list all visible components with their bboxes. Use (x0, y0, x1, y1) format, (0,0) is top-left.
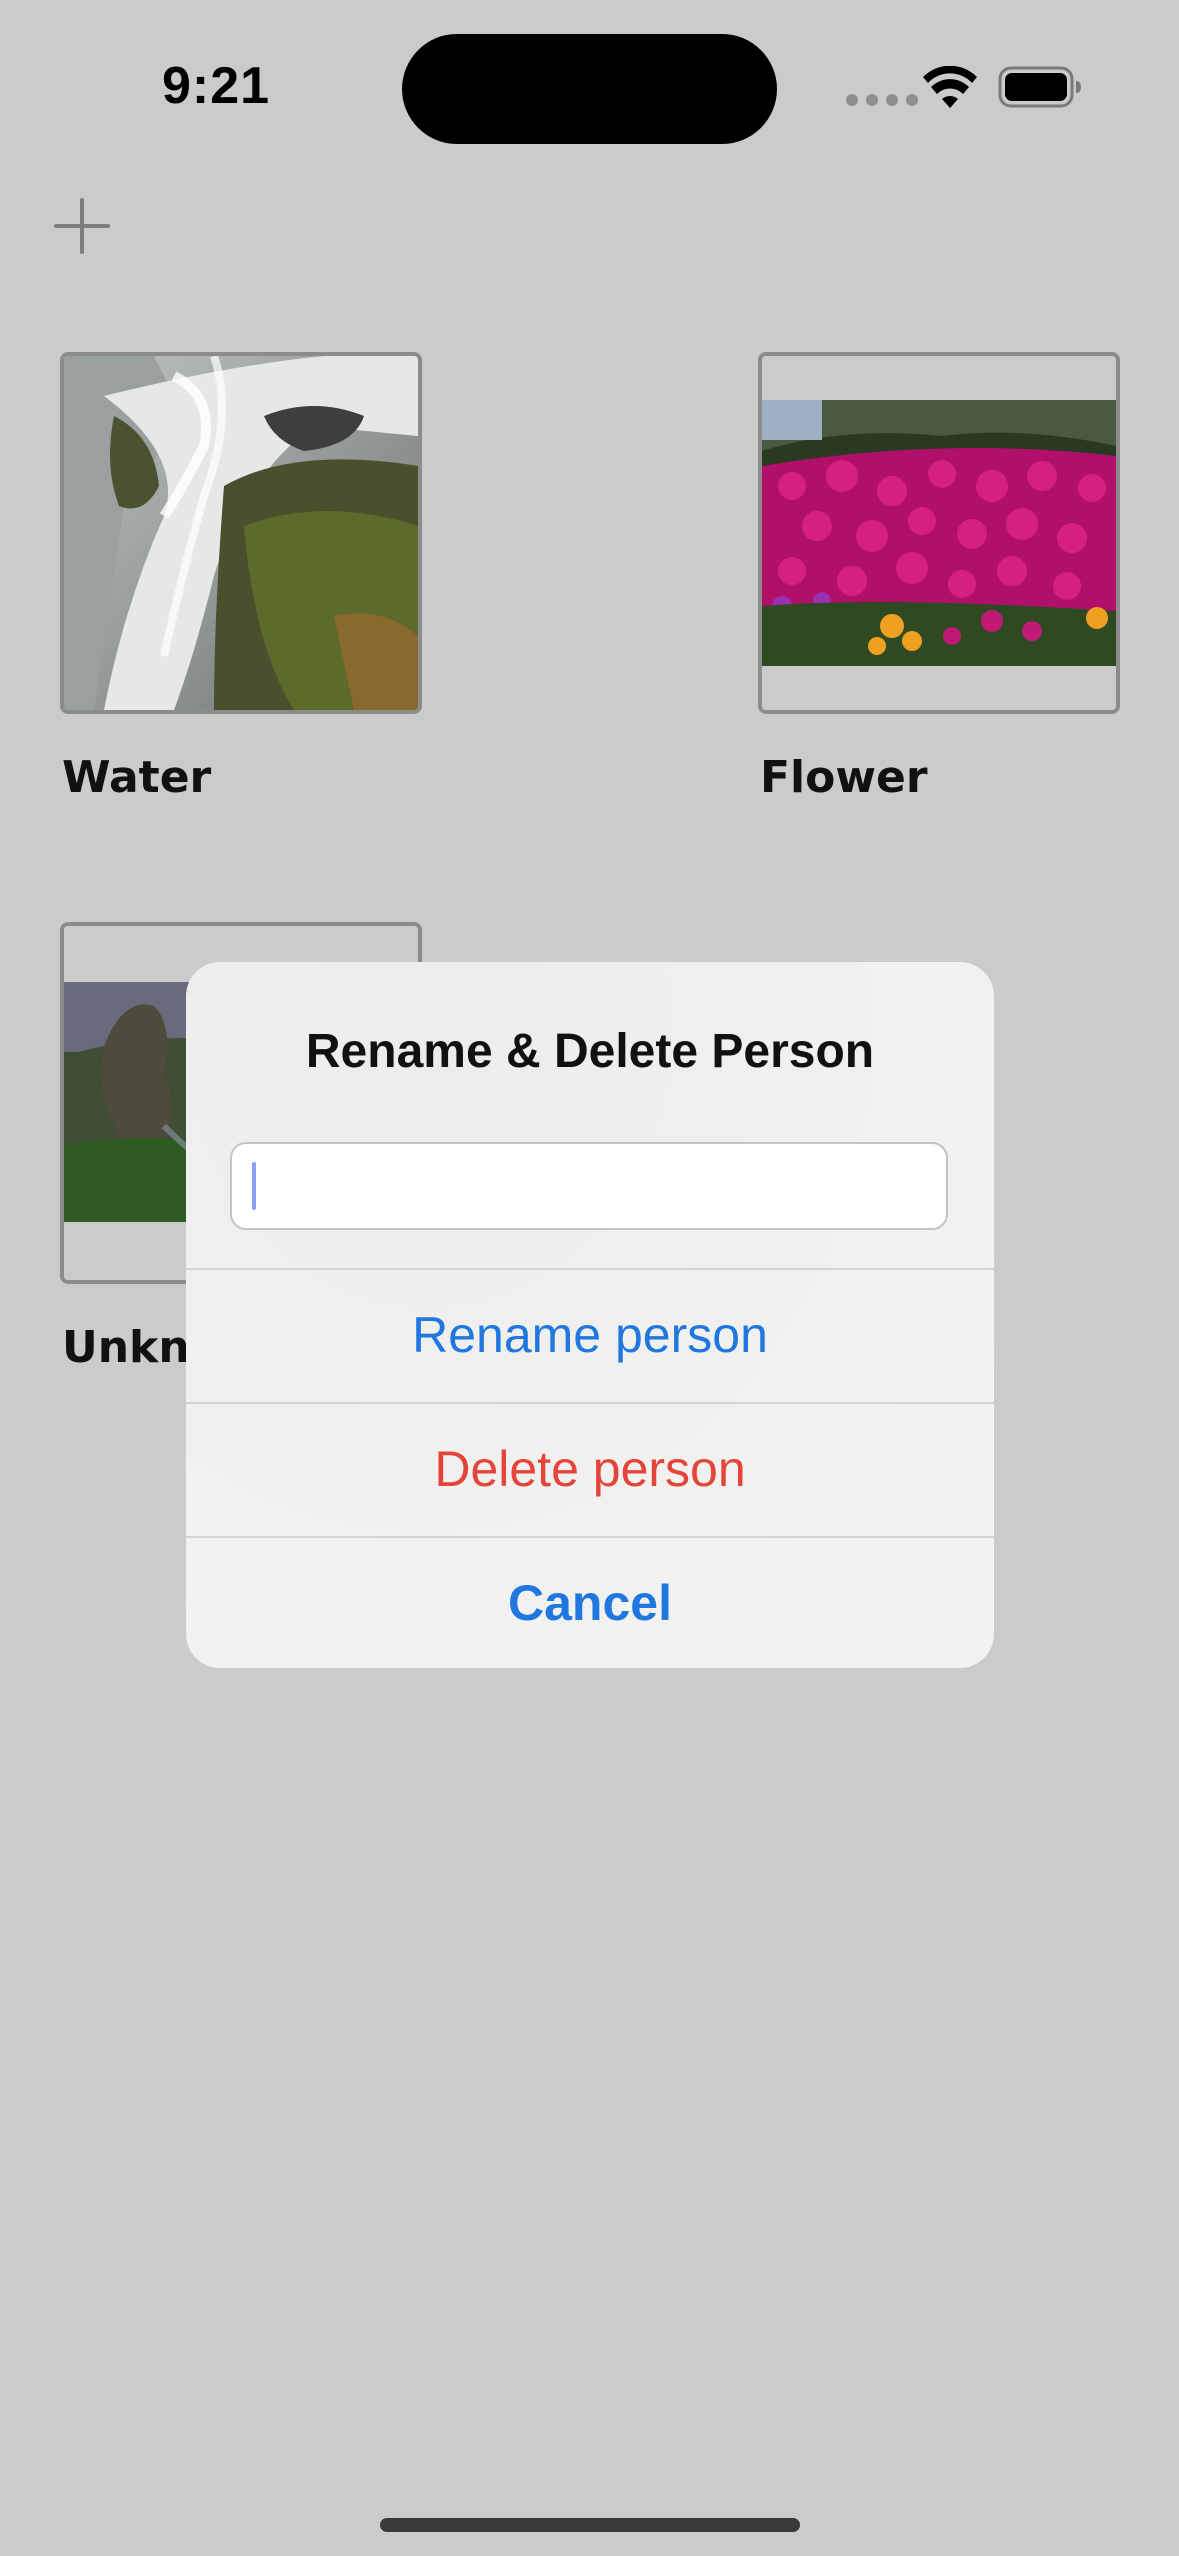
rename-delete-alert: Rename & Delete Person Rename person Del… (186, 962, 994, 1668)
person-name-input[interactable] (230, 1142, 948, 1230)
text-cursor (252, 1162, 256, 1210)
alert-title: Rename & Delete Person (305, 1025, 875, 1078)
delete-person-button[interactable]: Delete person (186, 1404, 994, 1534)
cancel-button[interactable]: Cancel (186, 1538, 994, 1668)
home-indicator[interactable] (380, 2518, 800, 2532)
rename-person-button[interactable]: Rename person (186, 1270, 994, 1400)
